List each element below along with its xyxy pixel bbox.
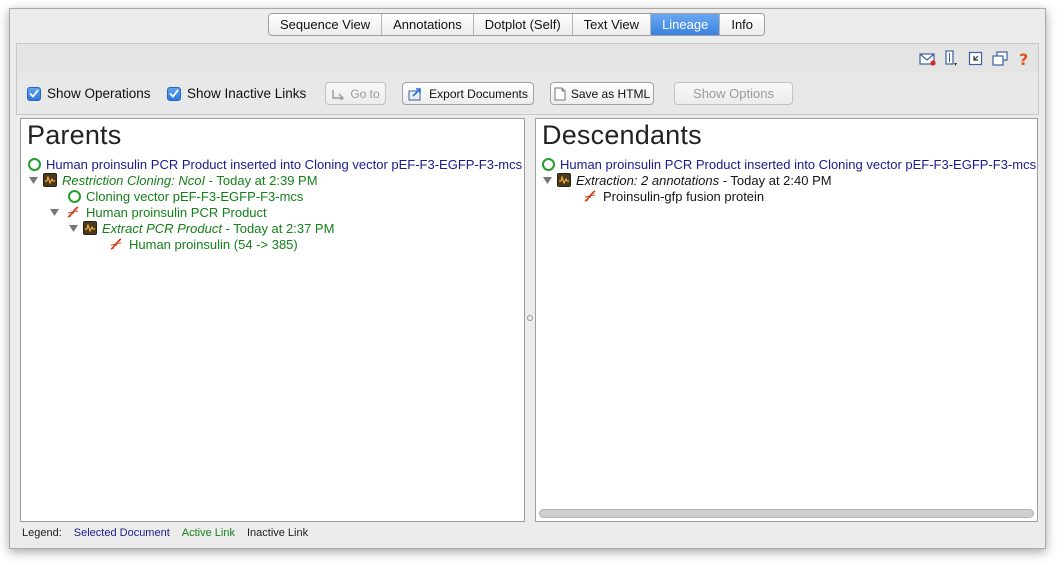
legend: Legend: Selected Document Active Link In… — [22, 527, 308, 539]
show-inactive-links-checkbox[interactable]: Show Inactive Links — [167, 86, 306, 101]
checkmark-icon[interactable] — [27, 86, 41, 101]
tab-text-view[interactable]: Text View — [572, 14, 652, 35]
export-documents-button[interactable]: Export Documents — [402, 82, 534, 105]
horizontal-scrollbar[interactable] — [539, 509, 1034, 518]
tab-annotations[interactable]: Annotations — [382, 14, 474, 35]
circular-sequence-icon — [68, 189, 81, 203]
view-tabs: Sequence View Annotations Dotplot (Self)… — [268, 13, 766, 36]
circular-sequence-icon — [28, 157, 41, 171]
legend-inactive-link: Inactive Link — [246, 527, 309, 539]
save-as-html-button[interactable]: Save as HTML — [550, 82, 654, 105]
tab-sequence-view[interactable]: Sequence View — [269, 14, 383, 35]
show-options-button[interactable]: Show Options — [674, 82, 793, 105]
circular-sequence-icon — [542, 157, 555, 171]
expand-triangle-icon[interactable] — [50, 208, 59, 216]
dna-icon — [107, 236, 124, 253]
legend-selected-document: Selected Document — [73, 527, 170, 539]
descendants-root-item[interactable]: Human proinsulin PCR Product inserted in… — [542, 156, 1036, 172]
go-to-arrow-icon — [331, 85, 345, 102]
operation-icon — [557, 173, 571, 187]
parents-op-restriction-cloning[interactable]: Restriction Cloning: NcoI - Today at 2:3… — [29, 172, 318, 188]
new-window-icon[interactable] — [991, 50, 1008, 67]
descendants-title: Descendants — [542, 120, 702, 150]
legend-active-link: Active Link — [181, 527, 235, 539]
divider-grip-icon[interactable] — [527, 315, 533, 321]
header-band: ? — [16, 43, 1039, 73]
legend-label: Legend: — [22, 527, 62, 539]
descendants-fusion-protein-item[interactable]: Proinsulin-gfp fusion protein — [581, 188, 764, 204]
svg-text:?: ? — [1019, 50, 1028, 67]
parents-root-item[interactable]: Human proinsulin PCR Product inserted in… — [28, 156, 522, 172]
dna-icon — [64, 204, 81, 221]
operation-icon — [83, 221, 97, 235]
show-operations-label: Show Operations — [47, 86, 151, 101]
operation-icon — [43, 173, 57, 187]
parents-human-proinsulin-item[interactable]: Human proinsulin (54 -> 385) — [107, 236, 298, 252]
parents-cloning-vector-item[interactable]: Cloning vector pEF-F3-EGFP-F3-mcs — [68, 188, 303, 204]
tab-info[interactable]: Info — [720, 14, 765, 35]
pane-divider[interactable] — [525, 118, 535, 522]
parents-op-extract-pcr-product[interactable]: Extract PCR Product - Today at 2:37 PM — [69, 220, 334, 236]
help-icon[interactable]: ? — [1015, 50, 1032, 67]
lineage-toolbar: Show Operations Show Inactive Links Go t… — [16, 73, 1039, 115]
lineage-window: Sequence View Annotations Dotplot (Self)… — [9, 8, 1046, 549]
descendants-pane: Descendants Human proinsulin PCR Product… — [535, 118, 1038, 522]
parents-title: Parents — [27, 120, 122, 150]
checkmark-icon[interactable] — [167, 86, 181, 101]
go-to-button[interactable]: Go to — [325, 82, 386, 105]
expand-triangle-icon[interactable] — [543, 176, 552, 184]
document-icon — [554, 85, 566, 102]
parents-pcr-product-item[interactable]: Human proinsulin PCR Product — [50, 204, 267, 220]
descendants-op-extraction[interactable]: Extraction: 2 annotations - Today at 2:4… — [543, 172, 832, 188]
tab-dotplot-self[interactable]: Dotplot (Self) — [473, 14, 573, 35]
header-icons: ? — [919, 50, 1032, 67]
export-icon — [408, 85, 424, 102]
expand-triangle-icon[interactable] — [69, 224, 78, 232]
show-operations-checkbox[interactable]: Show Operations — [27, 86, 151, 101]
show-inactive-links-label: Show Inactive Links — [187, 86, 307, 101]
split-view-icon[interactable] — [943, 50, 960, 67]
tab-lineage[interactable]: Lineage — [651, 14, 721, 35]
email-icon[interactable] — [919, 50, 936, 67]
parents-pane: Parents Human proinsulin PCR Product ins… — [20, 118, 525, 522]
dna-icon — [581, 188, 598, 205]
expand-triangle-icon[interactable] — [29, 176, 38, 184]
collapse-icon[interactable] — [967, 50, 984, 67]
